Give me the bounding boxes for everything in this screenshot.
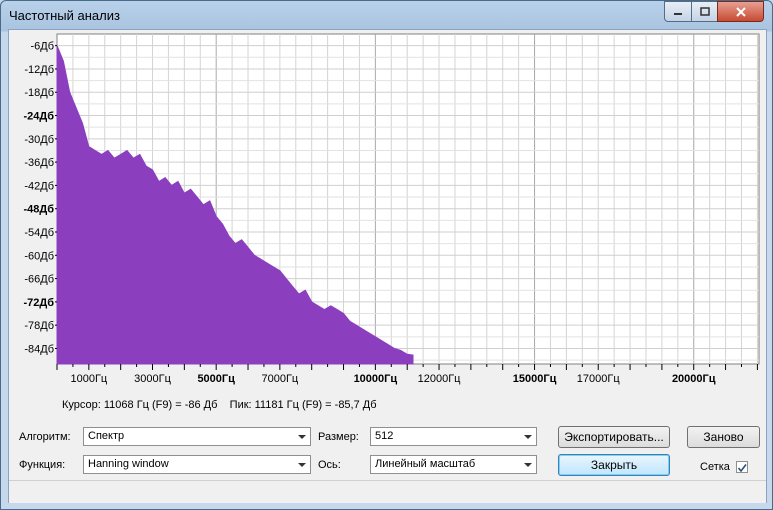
axis-select[interactable]: Линейный масштаб: [370, 455, 537, 474]
x-tick-label: 20000Гц: [672, 373, 716, 385]
peak-readout: Пик: 11181 Гц (F9) = -85,7 Дб: [229, 399, 377, 411]
spectrum-plot[interactable]: -6Дб -12Дб -18Дб -24Дб -30Дб -36Дб -42Дб -48Дб -…: [9, 30, 765, 419]
minimize-button[interactable]: [664, 1, 692, 22]
checkmark-icon: [737, 464, 747, 473]
x-tick-label: 7000Гц: [261, 373, 298, 385]
function-label: Функция:: [19, 459, 66, 471]
frequency-analysis-window: Частотный анализ -6Дб -12Дб -18Дб -24Дб -30Д…: [0, 0, 773, 510]
chevron-down-icon: [298, 435, 306, 439]
cursor-readout: Курсор: 11068 Гц (F9) = -86 Дб: [62, 399, 218, 411]
algorithm-select[interactable]: Спектр: [83, 427, 311, 446]
x-tick-label: 15000Гц: [513, 373, 557, 385]
function-value: Hanning window: [88, 458, 169, 470]
y-tick-label: -6Дб: [30, 41, 54, 53]
size-value: 512: [375, 430, 394, 442]
maximize-button[interactable]: [691, 1, 718, 22]
close-icon: [735, 6, 746, 17]
spectrum-chart[interactable]: -6Дб -12Дб -18Дб -24Дб -30Дб -36Дб -42Дб -48Дб -…: [9, 30, 765, 390]
client-area: -6Дб -12Дб -18Дб -24Дб -30Дб -36Дб -42Дб -48Дб -…: [8, 29, 767, 503]
export-button[interactable]: Экспортировать...: [558, 426, 670, 448]
size-label: Размер:: [318, 431, 359, 443]
close-button[interactable]: Закрыть: [558, 454, 670, 476]
grid-label: Сетка: [700, 461, 730, 473]
y-tick-label: -60Дб: [24, 250, 54, 262]
window-title: Частотный анализ: [9, 8, 120, 23]
minimize-icon: [674, 12, 682, 15]
chevron-down-icon: [524, 435, 532, 439]
x-tick-label: 10000Гц: [354, 373, 398, 385]
y-tick-label: -72Дб: [23, 297, 54, 309]
y-tick-label: -78Дб: [24, 320, 54, 332]
cursor-peak-info: Курсор: 11068 Гц (F9) = -86 Дб Пик: 1118…: [62, 399, 377, 411]
y-tick-label: -66Дб: [24, 274, 54, 286]
y-tick-label: -30Дб: [24, 134, 54, 146]
y-tick-label: -36Дб: [24, 157, 54, 169]
replot-button[interactable]: Заново: [687, 426, 760, 448]
chevron-down-icon: [298, 463, 306, 467]
title-bar[interactable]: Частотный анализ: [1, 1, 772, 29]
size-select[interactable]: 512: [370, 427, 537, 446]
y-tick-label: -84Дб: [24, 343, 54, 355]
chevron-down-icon: [524, 463, 532, 467]
algorithm-label: Алгоритм:: [19, 431, 71, 443]
y-tick-label: -18Дб: [24, 87, 54, 99]
close-window-button[interactable]: [717, 1, 764, 22]
y-tick-label: -42Дб: [24, 180, 54, 192]
x-tick-label: 12000Гц: [418, 373, 462, 385]
x-tick-label: 1000Гц: [70, 373, 107, 385]
function-select[interactable]: Hanning window: [83, 455, 311, 474]
y-tick-label: -24Дб: [23, 111, 54, 123]
y-tick-label: -12Дб: [24, 64, 54, 76]
x-tick-label: 17000Гц: [577, 373, 621, 385]
algorithm-value: Спектр: [88, 430, 125, 442]
y-tick-label: -48Дб: [23, 204, 54, 216]
grid-checkbox[interactable]: [736, 461, 748, 473]
status-bar: [9, 480, 766, 503]
x-tick-label: 3000Гц: [134, 373, 171, 385]
y-tick-label: -54Дб: [24, 227, 54, 239]
maximize-icon: [699, 7, 710, 16]
x-tick-label: 5000Гц: [197, 373, 235, 385]
axis-label: Ось:: [318, 459, 341, 471]
axis-value: Линейный масштаб: [375, 458, 476, 470]
